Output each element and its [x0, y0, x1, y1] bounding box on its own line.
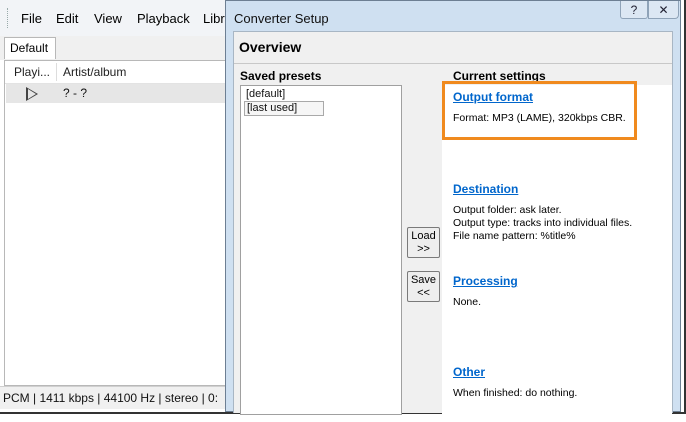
highlight-box [442, 81, 637, 140]
dialog-titlebar[interactable]: Converter Setup ? ✕ [226, 1, 680, 31]
destination-type: Output type: tracks into individual file… [453, 217, 633, 229]
divider [234, 63, 672, 64]
playlist-header: Playi... Artist/album [5, 61, 237, 84]
column-artist-album[interactable]: Artist/album [63, 65, 126, 79]
menu-library[interactable]: Libr [203, 11, 225, 26]
track-title: ? - ? [63, 86, 88, 100]
menu-grip [7, 8, 11, 28]
playlist-view[interactable]: Playi... Artist/album ? - ? [4, 60, 237, 386]
column-playing[interactable]: Playi... [14, 65, 50, 79]
processing-desc: None. [453, 296, 482, 308]
processing-link[interactable]: Processing [453, 274, 518, 288]
table-row[interactable]: ? - ? [6, 84, 237, 103]
other-link[interactable]: Other [453, 365, 485, 379]
load-button-arrow: >> [417, 243, 430, 255]
menu-bar: File Edit View Playback Libr [0, 0, 240, 37]
help-button[interactable]: ? [620, 1, 648, 19]
tab-default[interactable]: Default [4, 37, 56, 59]
converter-setup-dialog: Converter Setup ? ✕ Overview Saved prese… [225, 0, 681, 415]
preset-item-default[interactable]: [default] [244, 88, 287, 101]
save-button-arrow: << [417, 287, 430, 299]
save-button-label: Save [410, 274, 437, 286]
play-icon [26, 87, 38, 101]
menu-playback[interactable]: Playback [137, 11, 190, 26]
saved-presets-title: Saved presets [240, 69, 322, 83]
save-button[interactable]: Save << [407, 271, 440, 302]
menu-view[interactable]: View [94, 11, 122, 26]
close-button[interactable]: ✕ [648, 1, 679, 19]
column-divider[interactable] [56, 63, 57, 81]
load-button[interactable]: Load >> [407, 227, 440, 258]
other-desc: When finished: do nothing. [453, 387, 578, 399]
destination-folder: Output folder: ask later. [453, 204, 562, 216]
load-button-label: Load [411, 230, 436, 242]
destination-pattern: File name pattern: %title% [453, 230, 576, 242]
status-bar: PCM | 1411 kbps | 44100 Hz | stereo | 0: [0, 386, 235, 409]
destination-link[interactable]: Destination [453, 182, 518, 196]
menu-file[interactable]: File [21, 11, 42, 26]
section-title: Overview [239, 39, 302, 55]
menu-edit[interactable]: Edit [56, 11, 78, 26]
dialog-title: Converter Setup [234, 11, 329, 26]
saved-presets-list[interactable]: [default] [last used] [240, 85, 402, 415]
playlist-tabs: Default [0, 36, 240, 60]
preset-item-last-used[interactable]: [last used] [244, 101, 324, 116]
